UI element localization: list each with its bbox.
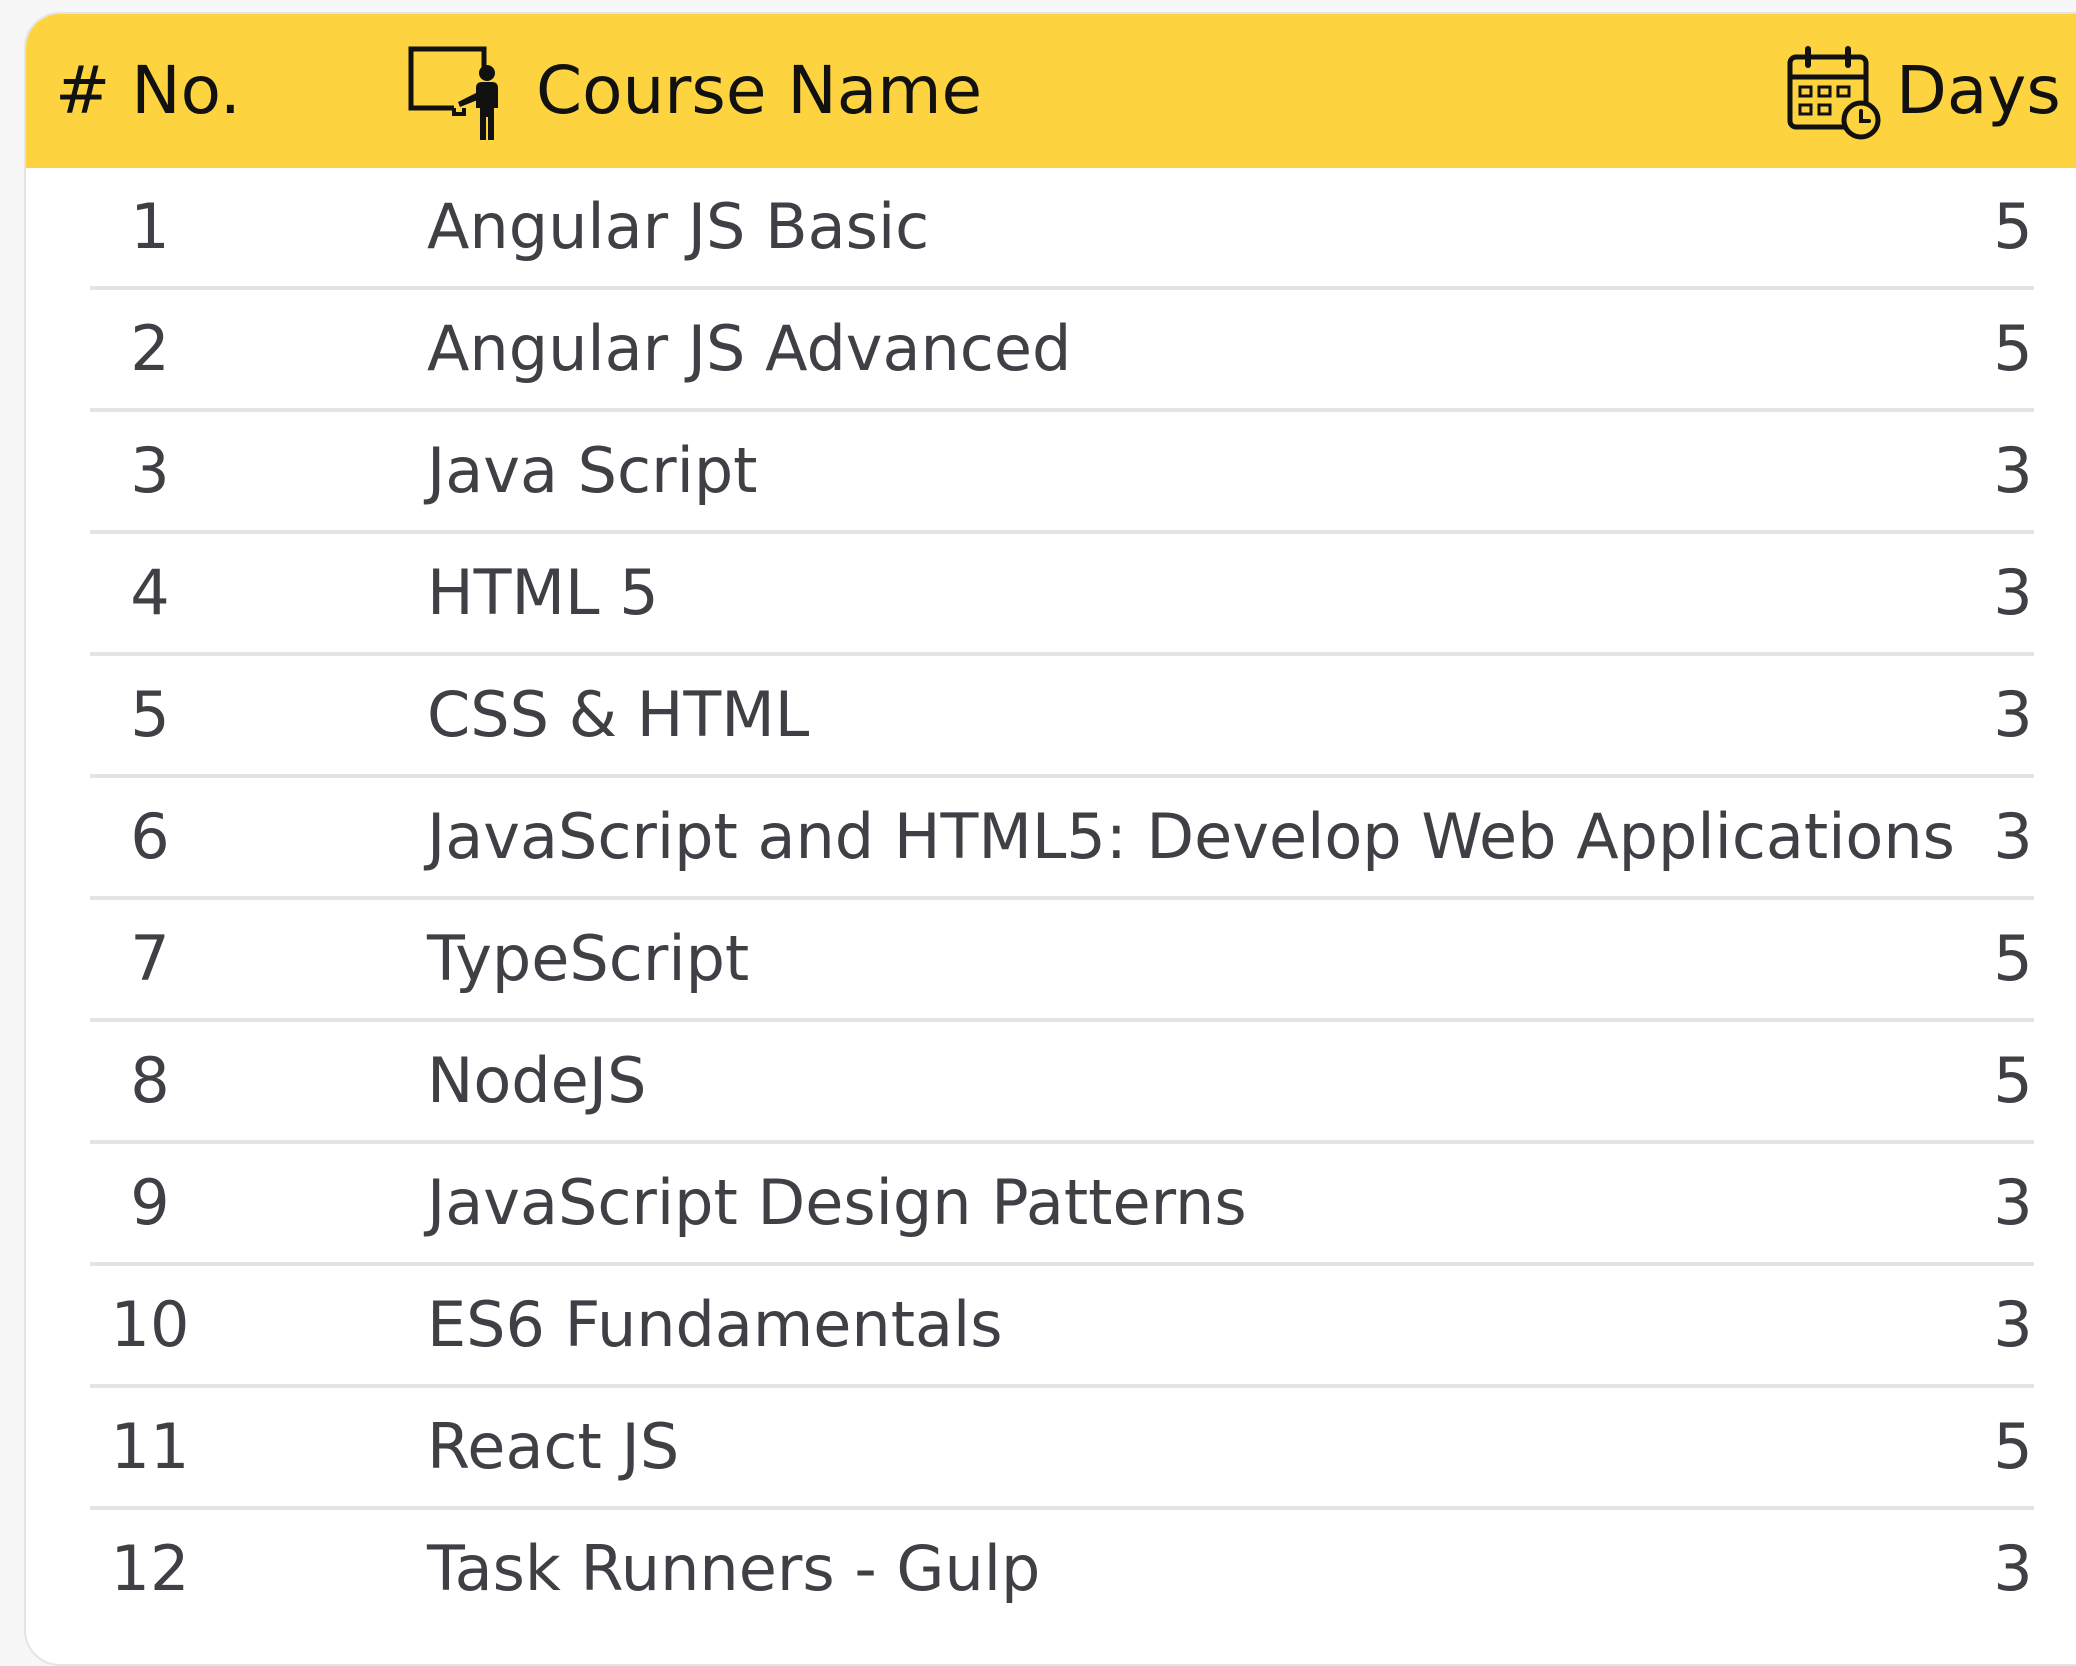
- row-number: 8: [130, 1044, 170, 1117]
- row-number: 6: [130, 800, 170, 873]
- table-row: 12 Task Runners - Gulp 3: [90, 1510, 2034, 1628]
- table-row: 9 JavaScript Design Patterns 3: [90, 1144, 2034, 1266]
- table-row: 8 NodeJS 5: [90, 1022, 2034, 1144]
- row-number: 11: [110, 1410, 190, 1483]
- header-days: Days: [1786, 14, 2061, 168]
- table-row: 10 ES6 Fundamentals 3: [90, 1266, 2034, 1388]
- table-row: 11 React JS 5: [90, 1388, 2034, 1510]
- course-name-header-label: Course Name: [536, 52, 983, 129]
- table-row: 4 HTML 5 3: [90, 534, 2034, 656]
- row-number: 9: [130, 1166, 170, 1239]
- course-days: 3: [1993, 1288, 2033, 1361]
- table-row: 3 Java Script 3: [90, 412, 2034, 534]
- teacher-at-board-icon: [406, 44, 506, 144]
- days-header-label: Days: [1896, 52, 2061, 129]
- course-days: 3: [1993, 556, 2033, 629]
- course-name: Angular JS Basic: [427, 190, 930, 263]
- course-name: React JS: [427, 1410, 680, 1483]
- course-name: Angular JS Advanced: [427, 312, 1072, 385]
- calendar-clock-icon: [1786, 45, 1882, 141]
- course-days: 5: [1993, 190, 2033, 263]
- course-name: JavaScript and HTML5: Develop Web Applic…: [427, 800, 1955, 873]
- course-name: TypeScript: [427, 922, 750, 995]
- course-table: # No. Course Name Days 1 Angular JS Basi…: [24, 12, 2076, 1666]
- course-days: 3: [1993, 1166, 2033, 1239]
- row-number: 5: [130, 678, 170, 751]
- row-number: 1: [130, 190, 170, 263]
- row-number: 12: [110, 1532, 190, 1605]
- row-number: 7: [130, 922, 170, 995]
- course-days: 3: [1993, 434, 2033, 507]
- course-name: ES6 Fundamentals: [427, 1288, 1003, 1361]
- course-name: NodeJS: [427, 1044, 647, 1117]
- course-name: HTML 5: [427, 556, 659, 629]
- table-row: 1 Angular JS Basic 5: [90, 168, 2034, 290]
- course-days: 3: [1993, 678, 2033, 751]
- row-number: 10: [110, 1288, 190, 1361]
- table-body: 1 Angular JS Basic 5 2 Angular JS Advanc…: [90, 168, 2034, 1628]
- row-number: 3: [130, 434, 170, 507]
- course-days: 3: [1993, 800, 2033, 873]
- course-name: JavaScript Design Patterns: [427, 1166, 1247, 1239]
- course-name: Java Script: [427, 434, 758, 507]
- course-days: 5: [1993, 1044, 2033, 1117]
- header-course-name: Course Name: [406, 14, 982, 168]
- table-row: 6 JavaScript and HTML5: Develop Web Appl…: [90, 778, 2034, 900]
- course-days: 5: [1993, 922, 2033, 995]
- course-name: Task Runners - Gulp: [427, 1532, 1041, 1605]
- course-days: 3: [1993, 1532, 2033, 1605]
- course-days: 5: [1993, 1410, 2033, 1483]
- table-row: 7 TypeScript 5: [90, 900, 2034, 1022]
- table-header: # No. Course Name Days: [26, 14, 2076, 168]
- course-name: CSS & HTML: [427, 678, 810, 751]
- table-row: 5 CSS & HTML 3: [90, 656, 2034, 778]
- table-row: 2 Angular JS Advanced 5: [90, 290, 2034, 412]
- row-number: 4: [130, 556, 170, 629]
- course-days: 5: [1993, 312, 2033, 385]
- row-number: 2: [130, 312, 170, 385]
- header-no: # No.: [55, 52, 241, 129]
